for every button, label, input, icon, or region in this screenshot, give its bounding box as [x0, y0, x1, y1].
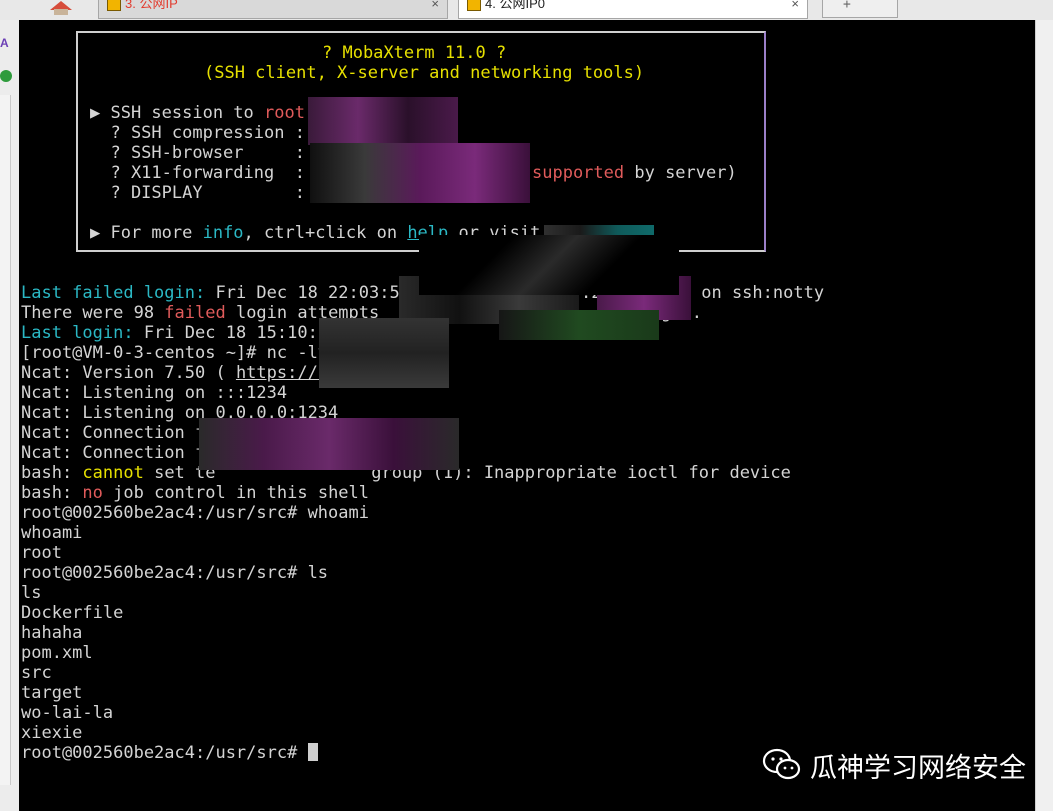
- banner-title: ? MobaXterm 11.0 ?: [322, 43, 507, 63]
- redaction-blur: [199, 418, 459, 470]
- new-tab-button[interactable]: +: [822, 0, 898, 18]
- file-entry: wo-lai-la: [21, 703, 114, 723]
- session-icon: [467, 0, 481, 11]
- redaction-blur: [308, 97, 458, 145]
- watermark-text: 瓜神学习网络安全: [810, 752, 1026, 784]
- banner-x11-line: ? X11-forwarding :: [90, 163, 305, 183]
- sidebar-scrollbar[interactable]: [0, 95, 11, 785]
- mobaxterm-banner: ? MobaXterm 11.0 ? (SSH client, X-server…: [76, 31, 766, 252]
- sidebar-a-icon[interactable]: A: [0, 36, 12, 50]
- tab-session-4[interactable]: 4. 公网IP0 ×: [458, 0, 808, 19]
- file-entry: hahaha: [21, 623, 83, 643]
- terminal-scrollbar[interactable]: [1035, 20, 1053, 811]
- text-cursor: [307, 743, 318, 761]
- terminal-line-last-login: Last login: Fri Dec 18 15:10:15 20: [21, 323, 369, 343]
- banner-browser-line: ? SSH-browser :: [90, 143, 305, 163]
- redaction-blur: [499, 310, 659, 340]
- session-icon: [107, 0, 121, 11]
- plus-icon: +: [843, 0, 851, 12]
- terminal-line-prompt-nc: [root@VM-0-3-centos ~]# nc -lvv: [21, 343, 339, 363]
- terminal-line-root: root: [21, 543, 62, 563]
- banner-x11-value: supported by server): [532, 163, 737, 183]
- redaction-blur: [419, 235, 679, 295]
- terminal-line-ncat-version: Ncat: Version 7.50 ( https://n: [21, 363, 329, 383]
- banner-session-line: ▶ SSH session to root: [90, 103, 305, 123]
- app-logo-icon[interactable]: [48, 0, 74, 15]
- file-entry: target: [21, 683, 83, 703]
- terminal-line-prompt-final[interactable]: root@002560be2ac4:/usr/src#: [21, 743, 318, 763]
- close-icon[interactable]: ×: [431, 0, 439, 11]
- banner-display-line: ? DISPLAY :: [90, 183, 305, 203]
- sidebar-status-icon[interactable]: [0, 70, 12, 82]
- tab-bar: 3. 公网IP × 4. 公网IP0 × +: [0, 0, 1053, 21]
- file-entry: xiexie: [21, 723, 83, 743]
- terminal-line-echo-ls: ls: [21, 583, 42, 603]
- terminal[interactable]: ? MobaXterm 11.0 ? (SSH client, X-server…: [19, 20, 1035, 811]
- terminal-line-echo-whoami: whoami: [21, 523, 83, 543]
- left-sidebar: A: [0, 20, 19, 811]
- terminal-line-bash-ioctl: bash: cannot set te: [21, 463, 216, 483]
- tab-label: 4. 公网IP0: [485, 0, 545, 11]
- terminal-line-bash-job-control: bash: no job control in this shell: [21, 483, 370, 503]
- redaction-blur: [310, 143, 530, 203]
- terminal-line-prompt-whoami: root@002560be2ac4:/usr/src# whoami: [21, 503, 369, 523]
- terminal-line-failed-login: Last failed login: Fri Dec 18 22:03:56: [21, 283, 410, 303]
- terminal-line-ncat-connection-1: Ncat: Connection f: [21, 423, 206, 443]
- banner-compression-line: ? SSH compression : ✓: [90, 123, 325, 143]
- tab-session-3[interactable]: 3. 公网IP ×: [98, 0, 448, 19]
- file-entry: pom.xml: [21, 643, 93, 663]
- watermark: 瓜神学习网络安全: [762, 745, 1026, 785]
- wechat-icon: [762, 747, 802, 783]
- banner-subtitle: (SSH client, X-server and networking too…: [204, 63, 645, 83]
- terminal-line-prompt-ls: root@002560be2ac4:/usr/src# ls: [21, 563, 329, 583]
- file-entry: src: [21, 663, 52, 683]
- tab-label: 3. 公网IP: [125, 0, 178, 11]
- terminal-line-notty: on ssh:notty: [691, 283, 825, 303]
- terminal-line-ncat-connection-2: Ncat: Connection f: [21, 443, 206, 463]
- close-icon[interactable]: ×: [791, 0, 799, 11]
- redaction-blur: [319, 318, 449, 388]
- file-entry: Dockerfile: [21, 603, 124, 623]
- terminal-line-ncat-listen-ipv6: Ncat: Listening on :::1234: [21, 383, 288, 403]
